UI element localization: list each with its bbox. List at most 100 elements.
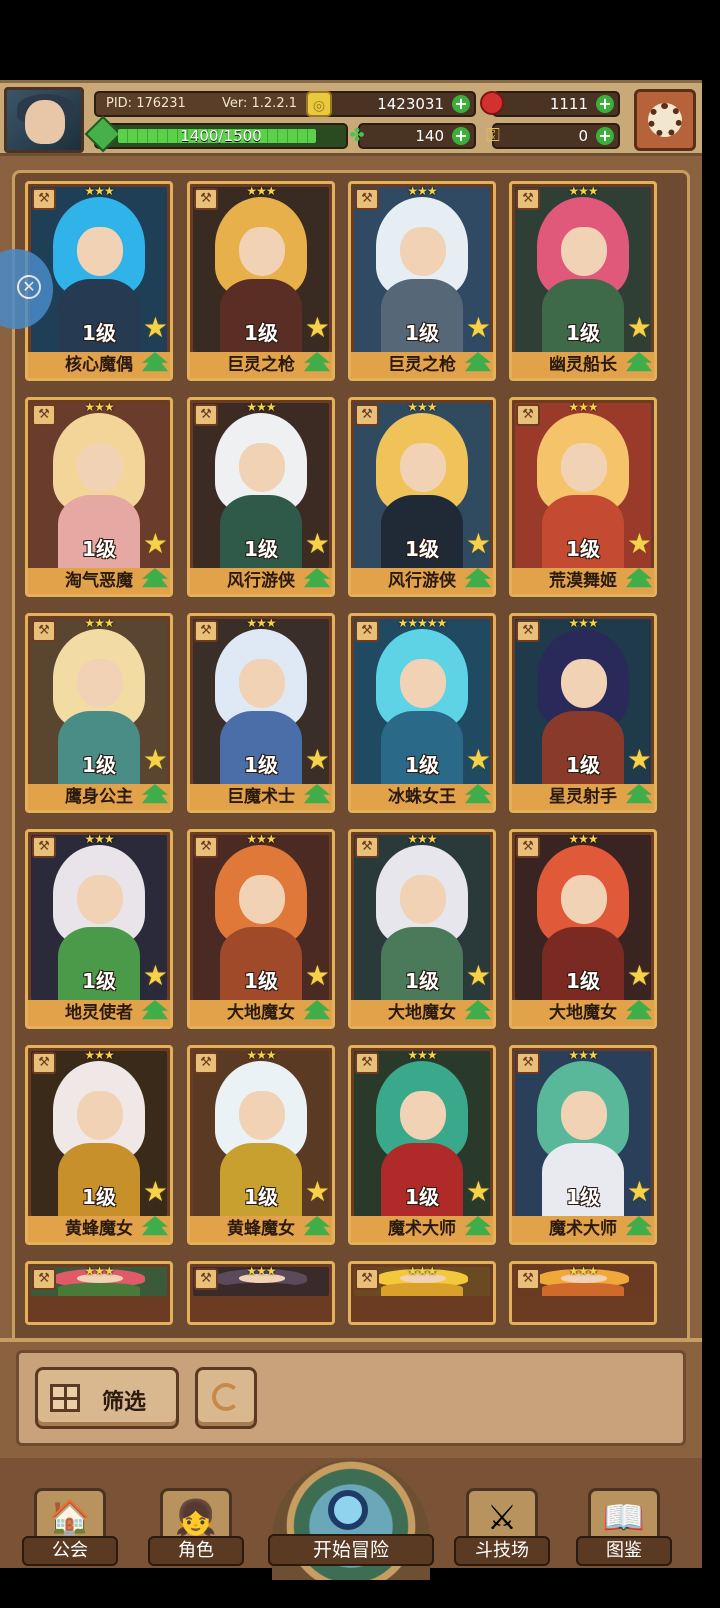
- nav-guild[interactable]: 🏠 公会: [22, 1488, 118, 1566]
- portrait-body: [58, 1283, 140, 1296]
- class-type-icon: ⚒: [32, 836, 56, 858]
- character-grid-frame[interactable]: ✕ ★★★ ⚒ 1级 ★ 核心魔偶 ★★★ ⚒ 1级 ★ 巨灵之枪 ★★★ ⚒ 1级 ★ 巨灵之枪 ★★★ ⚒ 1…: [0, 170, 690, 1360]
- character-card[interactable]: ★★★ ⚒ 1级 ★ 星灵射手: [509, 613, 657, 813]
- character-card[interactable]: ★★★ ⚒ 1级 ★ 大地魔女: [348, 829, 496, 1029]
- character-card[interactable]: ★★★ ⚒: [509, 1261, 657, 1325]
- class-type-icon: ⚒: [516, 404, 540, 426]
- character-card[interactable]: ★★★ ⚒ 1级 ★ 黄蜂魔女: [187, 1045, 335, 1245]
- nav-character-label: 角色: [148, 1536, 244, 1566]
- filter-bar-inner: 筛选: [16, 1350, 686, 1446]
- character-card[interactable]: ★★★ ⚒ 1级 ★ 黄蜂魔女: [25, 1045, 173, 1245]
- star-upgrade-icon: ★: [304, 311, 330, 344]
- class-type-icon: ⚒: [516, 620, 540, 642]
- character-card[interactable]: ★★★ ⚒: [348, 1261, 496, 1325]
- star-upgrade-icon: ★: [142, 743, 168, 776]
- gold-value: 1423031: [377, 95, 444, 113]
- version-label: Ver: 1.2.2.1: [222, 96, 297, 111]
- character-card[interactable]: ★★★ ⚒ 1级 ★ 巨灵之枪: [348, 181, 496, 381]
- character-head-icon: 👧: [174, 1498, 218, 1538]
- character-card[interactable]: ★★★ ⚒ 1级 ★ 魔术大师: [348, 1045, 496, 1245]
- character-card[interactable]: ★★★ ⚒ 1级 ★ 魔术大师: [509, 1045, 657, 1245]
- nav-character[interactable]: 👧 角色: [148, 1488, 244, 1566]
- nav-codex-label: 图鉴: [576, 1536, 672, 1566]
- class-type-icon: ⚒: [194, 1268, 218, 1290]
- filter-label: 筛选: [102, 1390, 147, 1415]
- class-type-icon: ⚒: [355, 1268, 379, 1290]
- clover-value: 140: [415, 127, 444, 145]
- star-upgrade-icon: ★: [465, 743, 491, 776]
- star-upgrade-icon: ★: [142, 527, 168, 560]
- class-type-icon: ⚒: [516, 188, 540, 210]
- gem-value: 1111: [549, 95, 588, 113]
- class-type-icon: ⚒: [32, 1052, 56, 1074]
- character-card[interactable]: ★★★ ⚒ 1级 ★ 巨灵之枪: [187, 181, 335, 381]
- character-card[interactable]: ★★★ ⚒ 1级 ★ 鹰身公主: [25, 613, 173, 813]
- star-upgrade-icon: ★: [304, 527, 330, 560]
- add-gem-button[interactable]: +: [596, 95, 614, 113]
- top-header: PID: 176231 Ver: 1.2.2.1 ◎ 1423031 + 111…: [0, 80, 702, 156]
- character-card[interactable]: ★★★★★ ⚒ 1级 ★ 冰蛛女王: [348, 613, 496, 813]
- refresh-icon: [212, 1383, 240, 1411]
- portrait-body: [220, 1283, 302, 1296]
- character-card[interactable]: ★★★ ⚒ 1级 ★ 大地魔女: [509, 829, 657, 1029]
- settings-button[interactable]: [634, 89, 696, 151]
- add-key-button[interactable]: +: [596, 127, 614, 145]
- class-type-icon: ⚒: [516, 1052, 540, 1074]
- character-card[interactable]: ★★★ ⚒ 1级 ★ 地灵使者: [25, 829, 173, 1029]
- character-card[interactable]: ★★★ ⚒ 1级 ★ 淘气恶魔: [25, 397, 173, 597]
- star-upgrade-icon: ★: [465, 311, 491, 344]
- star-upgrade-icon: ★: [465, 959, 491, 992]
- key-pill: ⚿ 0 +: [486, 123, 620, 149]
- clover-pill: ✤ 140 +: [349, 123, 476, 149]
- class-type-icon: ⚒: [194, 1052, 218, 1074]
- character-card[interactable]: ★★★ ⚒ 1级 ★ 大地魔女: [187, 829, 335, 1029]
- class-type-icon: ⚒: [32, 1268, 56, 1290]
- class-type-icon: ⚒: [194, 188, 218, 210]
- character-card[interactable]: ★★★ ⚒ 1级 ★ 荒漠舞姬: [509, 397, 657, 597]
- book-icon: 📖: [602, 1498, 646, 1538]
- character-panel: ✕ ★★★ ⚒ 1级 ★ 核心魔偶 ★★★ ⚒ 1级 ★ 巨灵之枪 ★★★ ⚒ 1级 ★ 巨灵之枪 ★★★ ⚒ 1…: [0, 156, 702, 1360]
- clover-icon: ✤: [349, 125, 365, 146]
- key-icon: ⚿: [486, 125, 500, 146]
- character-card[interactable]: ★★★ ⚒ 1级 ★ 巨魔术士: [187, 613, 335, 813]
- character-card[interactable]: ★★★ ⚒: [187, 1261, 335, 1325]
- key-value: 0: [578, 127, 588, 145]
- class-type-icon: ⚒: [194, 620, 218, 642]
- character-card[interactable]: ★★★ ⚒ 1级 ★ 幽灵船长: [509, 181, 657, 381]
- star-upgrade-icon: ★: [465, 1175, 491, 1208]
- star-upgrade-icon: ★: [626, 743, 652, 776]
- gold-pill: ◎ 1423031 +: [306, 91, 476, 117]
- class-type-icon: ⚒: [355, 836, 379, 858]
- class-type-icon: ⚒: [516, 836, 540, 858]
- character-card[interactable]: ★★★ ⚒ 1级 ★ 风行游侠: [348, 397, 496, 597]
- xp-bar: 1400/1500: [84, 115, 348, 153]
- add-gold-button[interactable]: +: [452, 95, 470, 113]
- resource-panel: PID: 176231 Ver: 1.2.2.1 ◎ 1423031 + 111…: [84, 89, 626, 153]
- red-gem-icon: [480, 91, 504, 115]
- add-clover-button[interactable]: +: [452, 127, 470, 145]
- class-type-icon: ⚒: [355, 404, 379, 426]
- refresh-button[interactable]: [195, 1367, 257, 1429]
- star-upgrade-icon: ★: [142, 1175, 168, 1208]
- class-type-icon: ⚒: [355, 188, 379, 210]
- filter-bar: 筛选: [0, 1338, 702, 1458]
- player-avatar[interactable]: [4, 87, 84, 153]
- star-upgrade-icon: ★: [142, 311, 168, 344]
- nav-adventure[interactable]: 开始冒险: [268, 1460, 434, 1580]
- star-upgrade-icon: ★: [626, 527, 652, 560]
- star-upgrade-icon: ★: [626, 959, 652, 992]
- class-type-icon: ⚒: [32, 188, 56, 210]
- filter-button[interactable]: 筛选: [35, 1367, 179, 1429]
- gem-pill: 1111 +: [480, 91, 620, 117]
- nav-arena[interactable]: ⚔ 斗技场: [454, 1488, 550, 1566]
- portrait-body: [381, 1283, 463, 1296]
- player-id: PID: 176231: [106, 96, 186, 111]
- nav-codex[interactable]: 📖 图鉴: [576, 1488, 672, 1566]
- character-card[interactable]: ★★★ ⚒ 1级 ★ 风行游侠: [187, 397, 335, 597]
- close-icon: ✕: [17, 275, 41, 299]
- status-bar: [0, 0, 702, 80]
- character-card[interactable]: ★★★ ⚒: [25, 1261, 173, 1325]
- class-type-icon: ⚒: [194, 836, 218, 858]
- xp-text: 1400/1500: [180, 127, 262, 145]
- avatar-face: [25, 100, 65, 144]
